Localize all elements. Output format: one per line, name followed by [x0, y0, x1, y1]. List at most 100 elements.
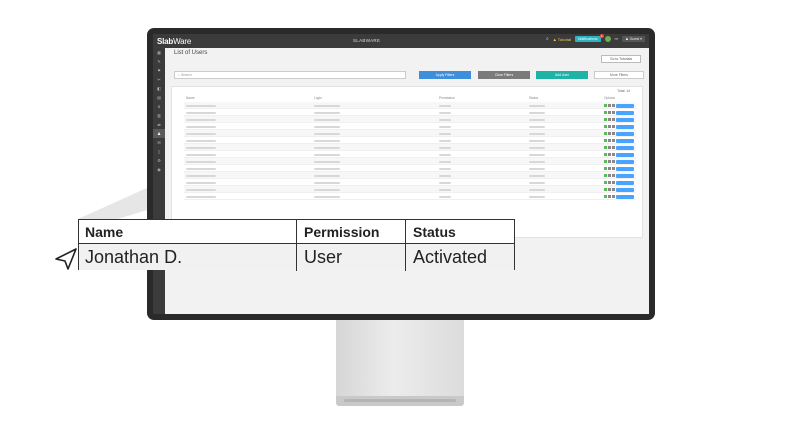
edit-icon[interactable] [604, 125, 607, 128]
sidebar-item-icon[interactable]: ✂ [153, 75, 165, 84]
search-icon[interactable]: ⌕ [546, 36, 549, 42]
go-to-tutorials-button[interactable]: Go to Tutorials [601, 55, 641, 63]
edit-icon[interactable] [604, 139, 607, 142]
action-button[interactable] [616, 152, 634, 157]
sidebar-item-icon[interactable]: ◧ [153, 84, 165, 93]
view-icon[interactable] [612, 111, 615, 114]
table-row[interactable] [184, 123, 636, 130]
col-login[interactable]: Login [314, 96, 322, 100]
view-icon[interactable] [612, 132, 615, 135]
table-row[interactable] [184, 186, 636, 193]
action-button[interactable] [616, 117, 634, 122]
table-row[interactable] [184, 179, 636, 186]
action-button[interactable] [616, 173, 634, 178]
view-icon[interactable] [612, 188, 615, 191]
edit-icon[interactable] [604, 160, 607, 163]
view-icon[interactable] [612, 160, 615, 163]
delete-icon[interactable] [608, 125, 611, 128]
edit-icon[interactable] [604, 188, 607, 191]
delete-icon[interactable] [608, 188, 611, 191]
sidebar-item-icon[interactable]: ⇄ [153, 120, 165, 129]
sidebar-item-icon[interactable]: ▤ [153, 93, 165, 102]
sidebar-item-icon[interactable]: ♟ [153, 129, 165, 138]
action-button[interactable] [616, 124, 634, 129]
table-row[interactable] [184, 193, 636, 200]
col-status[interactable]: Status [529, 96, 538, 100]
delete-icon[interactable] [608, 181, 611, 184]
view-icon[interactable] [612, 146, 615, 149]
delete-icon[interactable] [608, 111, 611, 114]
view-icon[interactable] [612, 174, 615, 177]
notifications-button[interactable]: Notifications 1 [574, 34, 604, 42]
view-icon[interactable] [612, 139, 615, 142]
action-button[interactable] [616, 131, 634, 136]
sidebar-item-icon[interactable]: ✉ [153, 138, 165, 147]
table-row[interactable] [184, 130, 636, 137]
delete-icon[interactable] [608, 167, 611, 170]
table-row[interactable] [184, 109, 636, 116]
clear-filters-button[interactable]: Clear Filters [478, 71, 530, 79]
view-icon[interactable] [612, 181, 615, 184]
view-icon[interactable] [612, 118, 615, 121]
sidebar-item-icon[interactable]: ▯ [153, 147, 165, 156]
action-button[interactable] [616, 103, 634, 108]
edit-icon[interactable] [604, 167, 607, 170]
action-button[interactable] [616, 159, 634, 164]
action-button[interactable] [616, 187, 634, 192]
delete-icon[interactable] [608, 139, 611, 142]
col-permission[interactable]: Permission [439, 96, 455, 100]
view-icon[interactable] [612, 125, 615, 128]
edit-icon[interactable] [604, 181, 607, 184]
edit-icon[interactable] [604, 132, 607, 135]
sidebar-item-icon[interactable]: ⚑ [153, 66, 165, 75]
delete-icon[interactable] [608, 146, 611, 149]
table-row[interactable] [184, 172, 636, 179]
sidebar-item-icon[interactable]: ✎ [153, 57, 165, 66]
table-row[interactable] [184, 158, 636, 165]
table-row[interactable] [184, 151, 636, 158]
table-row[interactable] [184, 116, 636, 123]
edit-icon[interactable] [604, 174, 607, 177]
delete-icon[interactable] [608, 132, 611, 135]
shortcuts-link[interactable]: ▪▪▪ [615, 37, 619, 41]
app-logo[interactable]: SlabWare [153, 37, 197, 46]
edit-icon[interactable] [604, 146, 607, 149]
action-button[interactable] [616, 166, 634, 171]
table-row[interactable] [184, 165, 636, 172]
edit-icon[interactable] [604, 104, 607, 107]
action-button[interactable] [616, 145, 634, 150]
action-button[interactable] [616, 194, 634, 199]
sidebar-item-icon[interactable]: ◉ [153, 165, 165, 174]
view-icon[interactable] [612, 195, 615, 198]
delete-icon[interactable] [608, 174, 611, 177]
edit-icon[interactable] [604, 153, 607, 156]
edit-icon[interactable] [604, 118, 607, 121]
delete-icon[interactable] [608, 153, 611, 156]
delete-icon[interactable] [608, 195, 611, 198]
view-icon[interactable] [612, 167, 615, 170]
action-button[interactable] [616, 138, 634, 143]
table-row[interactable] [184, 137, 636, 144]
view-icon[interactable] [612, 153, 615, 156]
search-input[interactable]: ⌕ Search [174, 71, 406, 79]
sidebar-item-icon[interactable]: ▥ [153, 111, 165, 120]
apply-filters-button[interactable]: Apply Filters [419, 71, 471, 79]
view-icon[interactable] [612, 104, 615, 107]
user-menu[interactable]: ♟ Guest ▾ [622, 36, 645, 42]
action-button[interactable] [616, 110, 634, 115]
delete-icon[interactable] [608, 104, 611, 107]
tutorial-link[interactable]: ▲ Tutorial [553, 37, 571, 42]
sidebar-item-icon[interactable]: ▦ [153, 48, 165, 57]
sidebar-item-icon[interactable]: $ [153, 102, 165, 111]
table-row[interactable] [184, 102, 636, 109]
col-name[interactable]: Name [186, 96, 195, 100]
more-filters-button[interactable]: More Filters [594, 71, 644, 79]
add-user-button[interactable]: Add User [536, 71, 588, 79]
edit-icon[interactable] [604, 111, 607, 114]
table-row[interactable] [184, 144, 636, 151]
action-button[interactable] [616, 180, 634, 185]
delete-icon[interactable] [608, 118, 611, 121]
edit-icon[interactable] [604, 195, 607, 198]
sidebar-item-icon[interactable]: ⚙ [153, 156, 165, 165]
delete-icon[interactable] [608, 160, 611, 163]
